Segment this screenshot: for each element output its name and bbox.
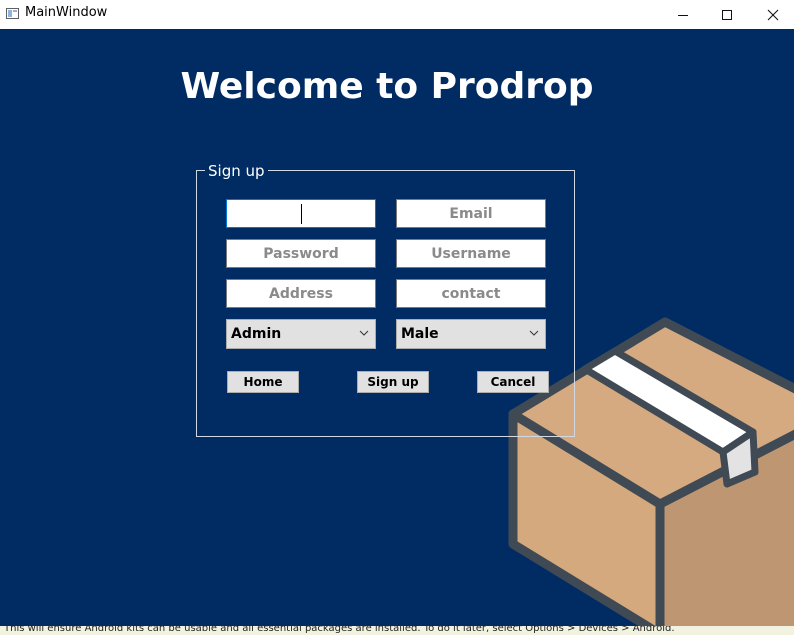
text-cursor	[301, 204, 302, 224]
role-select-value: Admin	[231, 326, 282, 342]
gender-select-value: Male	[401, 326, 439, 342]
status-text: This will ensure Android kits can be usa…	[4, 626, 675, 634]
app-window-icon	[6, 8, 19, 19]
password-field[interactable]	[226, 239, 376, 268]
cancel-button[interactable]: Cancel	[477, 371, 549, 393]
signup-button[interactable]: Sign up	[357, 371, 429, 393]
maximize-button[interactable]	[704, 0, 750, 29]
close-button[interactable]	[750, 0, 794, 29]
main-window-client: Welcome to Prodrop Sign up Admin Male Ho…	[0, 29, 794, 626]
window-titlebar: MainWindow	[0, 0, 794, 30]
welcome-heading: Welcome to Prodrop	[180, 66, 594, 107]
signup-legend: Sign up	[205, 162, 268, 180]
maximize-icon	[722, 9, 732, 20]
window-title: MainWindow	[25, 5, 108, 20]
role-select[interactable]: Admin	[226, 319, 376, 349]
chevron-down-icon	[359, 330, 369, 336]
status-strip: This will ensure Android kits can be usa…	[0, 626, 794, 635]
home-button[interactable]: Home	[227, 371, 299, 393]
contact-field[interactable]	[396, 279, 546, 308]
address-field[interactable]	[226, 279, 376, 308]
minimize-button[interactable]	[660, 0, 706, 29]
chevron-down-icon	[529, 330, 539, 336]
close-icon	[767, 9, 779, 20]
username-field[interactable]	[396, 239, 546, 268]
minimize-icon	[678, 14, 688, 16]
email-field[interactable]	[396, 199, 546, 228]
gender-select[interactable]: Male	[396, 319, 546, 349]
